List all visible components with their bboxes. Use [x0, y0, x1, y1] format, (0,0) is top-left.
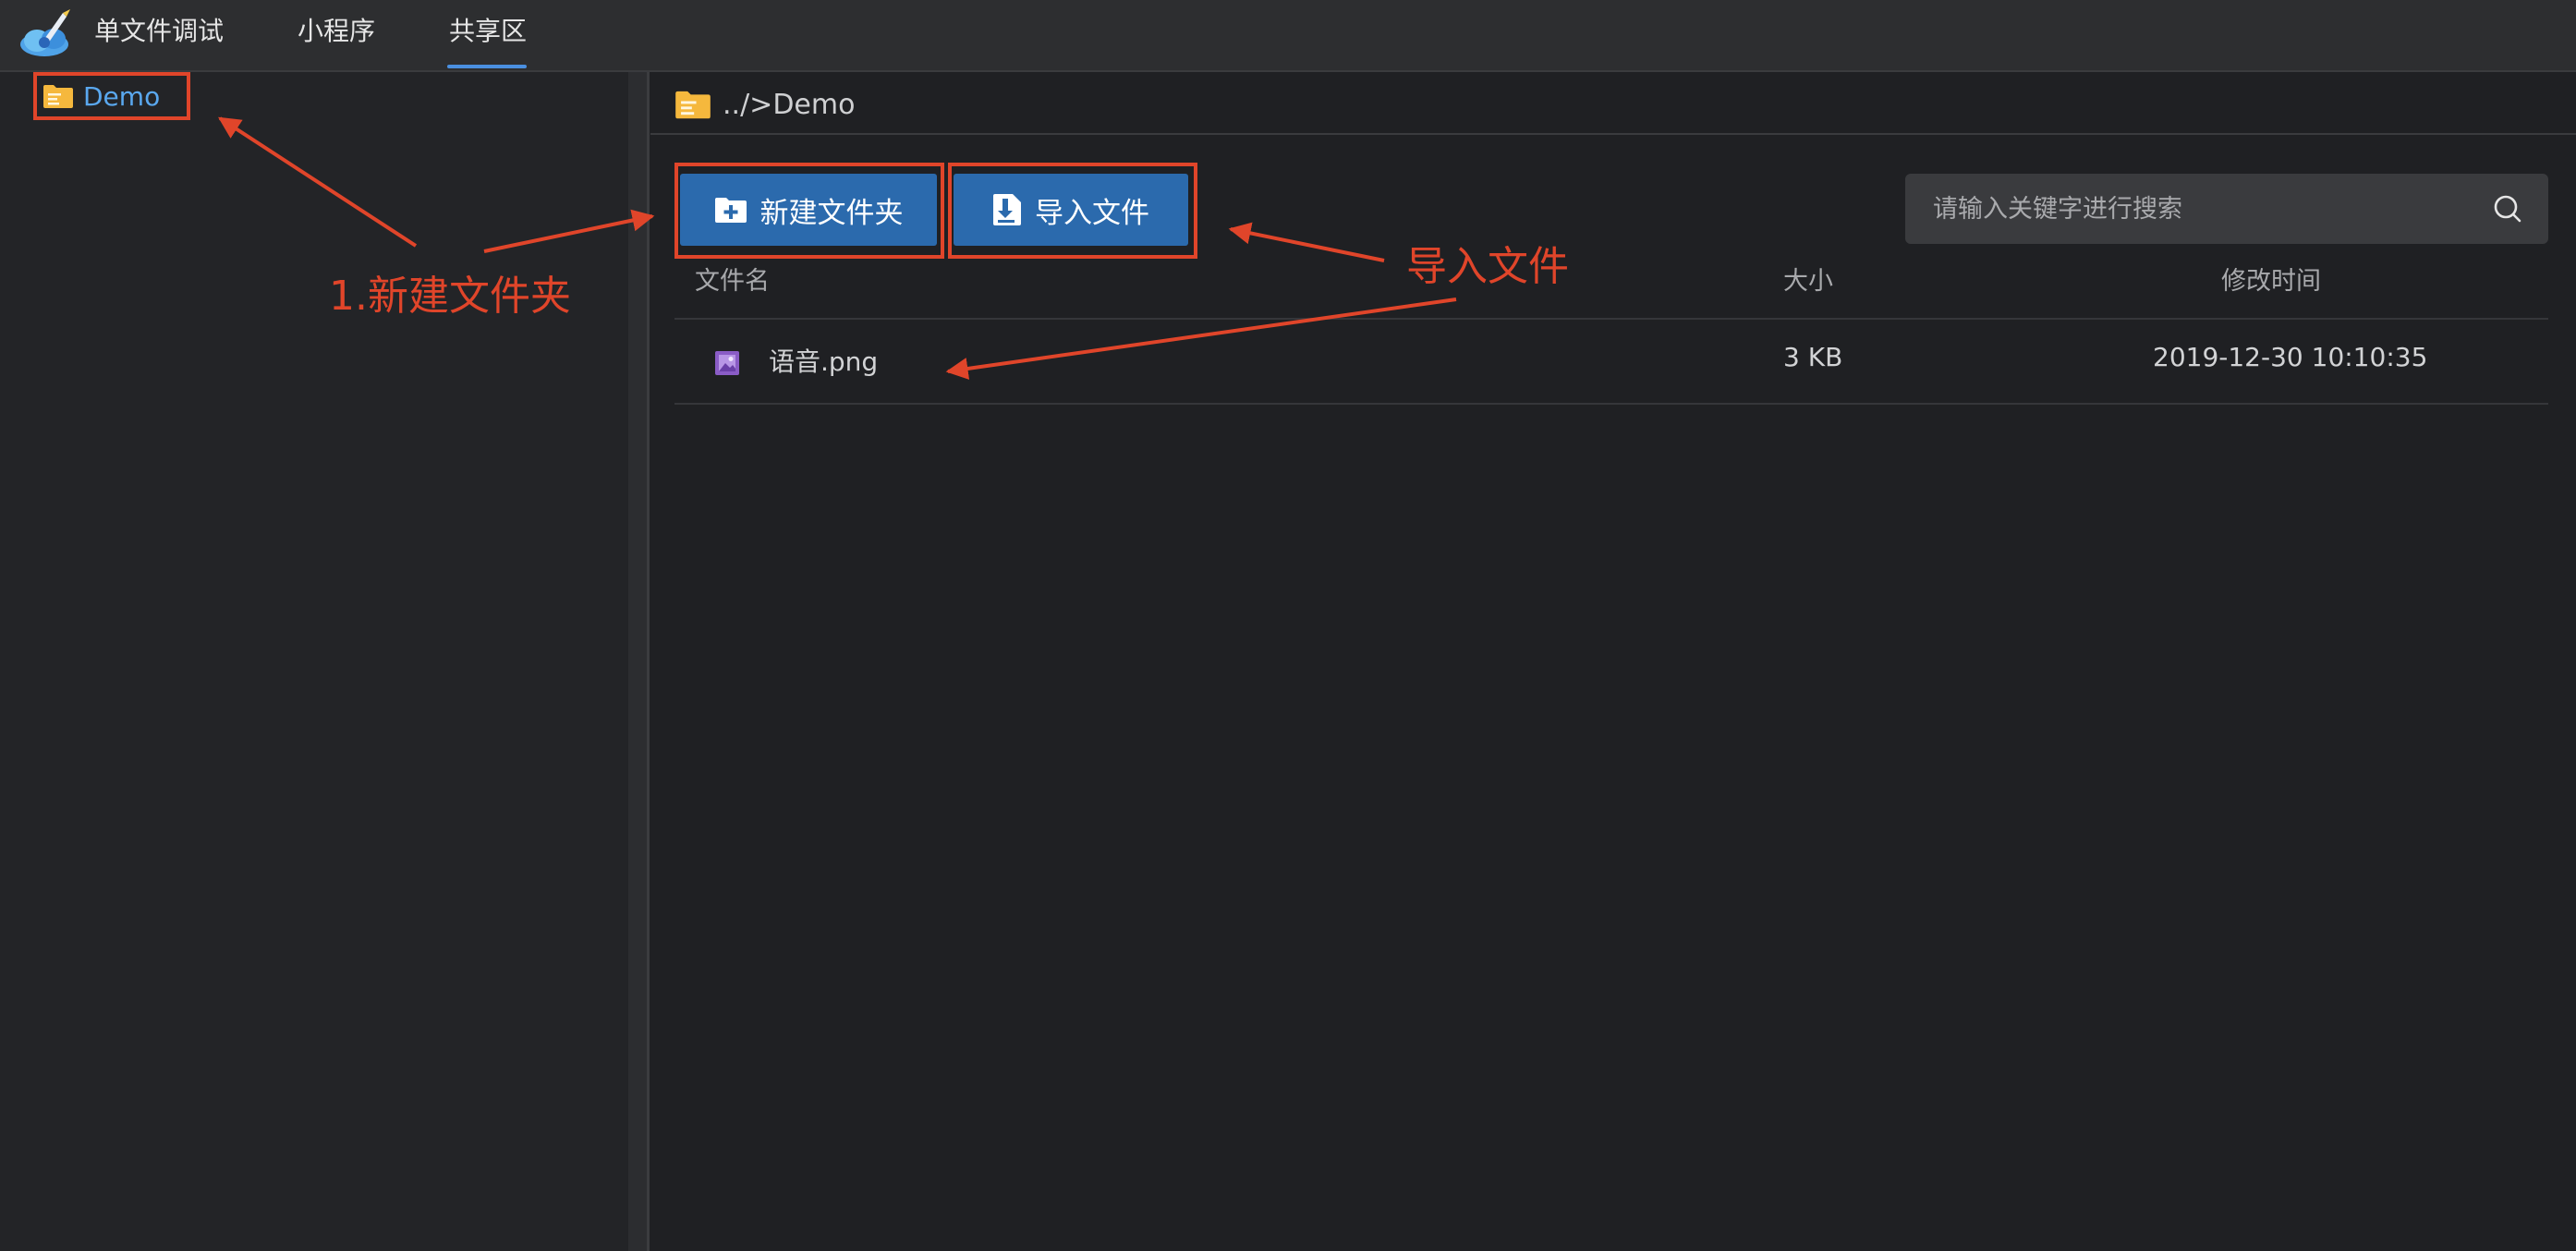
file-modified-time: 2019-12-30 10:10:35	[2153, 342, 2428, 372]
search-icon[interactable]	[2493, 194, 2522, 224]
annotation-box-demo	[33, 72, 190, 120]
tab-single-file-debug[interactable]: 单文件调试	[94, 0, 224, 70]
tab-shared-area[interactable]: 共享区	[449, 0, 527, 70]
column-header-size[interactable]: 大小	[1783, 261, 1833, 297]
table-header-divider	[674, 318, 2548, 320]
sidebar-scrollbar[interactable]	[628, 72, 649, 1251]
folder-icon	[675, 91, 711, 119]
column-header-modified[interactable]: 修改时间	[2221, 261, 2321, 297]
header-divider	[650, 133, 2576, 135]
tab-mini-program[interactable]: 小程序	[298, 0, 375, 70]
column-header-filename[interactable]: 文件名	[695, 261, 770, 297]
file-name[interactable]: 语音.png	[769, 342, 878, 379]
search-box	[1905, 174, 2548, 244]
search-input[interactable]	[1905, 174, 2478, 244]
panel-divider[interactable]	[647, 72, 650, 1251]
app-logo-icon	[20, 9, 70, 56]
sidebar	[0, 72, 628, 1251]
annotation-import-note: 导入文件	[1406, 243, 1569, 290]
breadcrumb: ../>Demo	[674, 83, 855, 126]
arrow-to-import-button	[1228, 222, 1385, 262]
annotation-new-folder-note: 1.新建文件夹	[329, 273, 571, 320]
image-file-icon	[715, 351, 739, 375]
table-row-divider	[674, 403, 2548, 405]
breadcrumb-path[interactable]: ../>Demo	[723, 89, 855, 121]
annotation-box-new-folder	[674, 163, 944, 259]
top-nav-bar: 单文件调试 小程序 共享区	[0, 0, 2576, 72]
file-size: 3 KB	[1783, 342, 1843, 372]
annotation-box-import	[948, 163, 1197, 259]
active-tab-indicator	[447, 65, 527, 68]
arrow-to-file-row	[945, 298, 1457, 380]
